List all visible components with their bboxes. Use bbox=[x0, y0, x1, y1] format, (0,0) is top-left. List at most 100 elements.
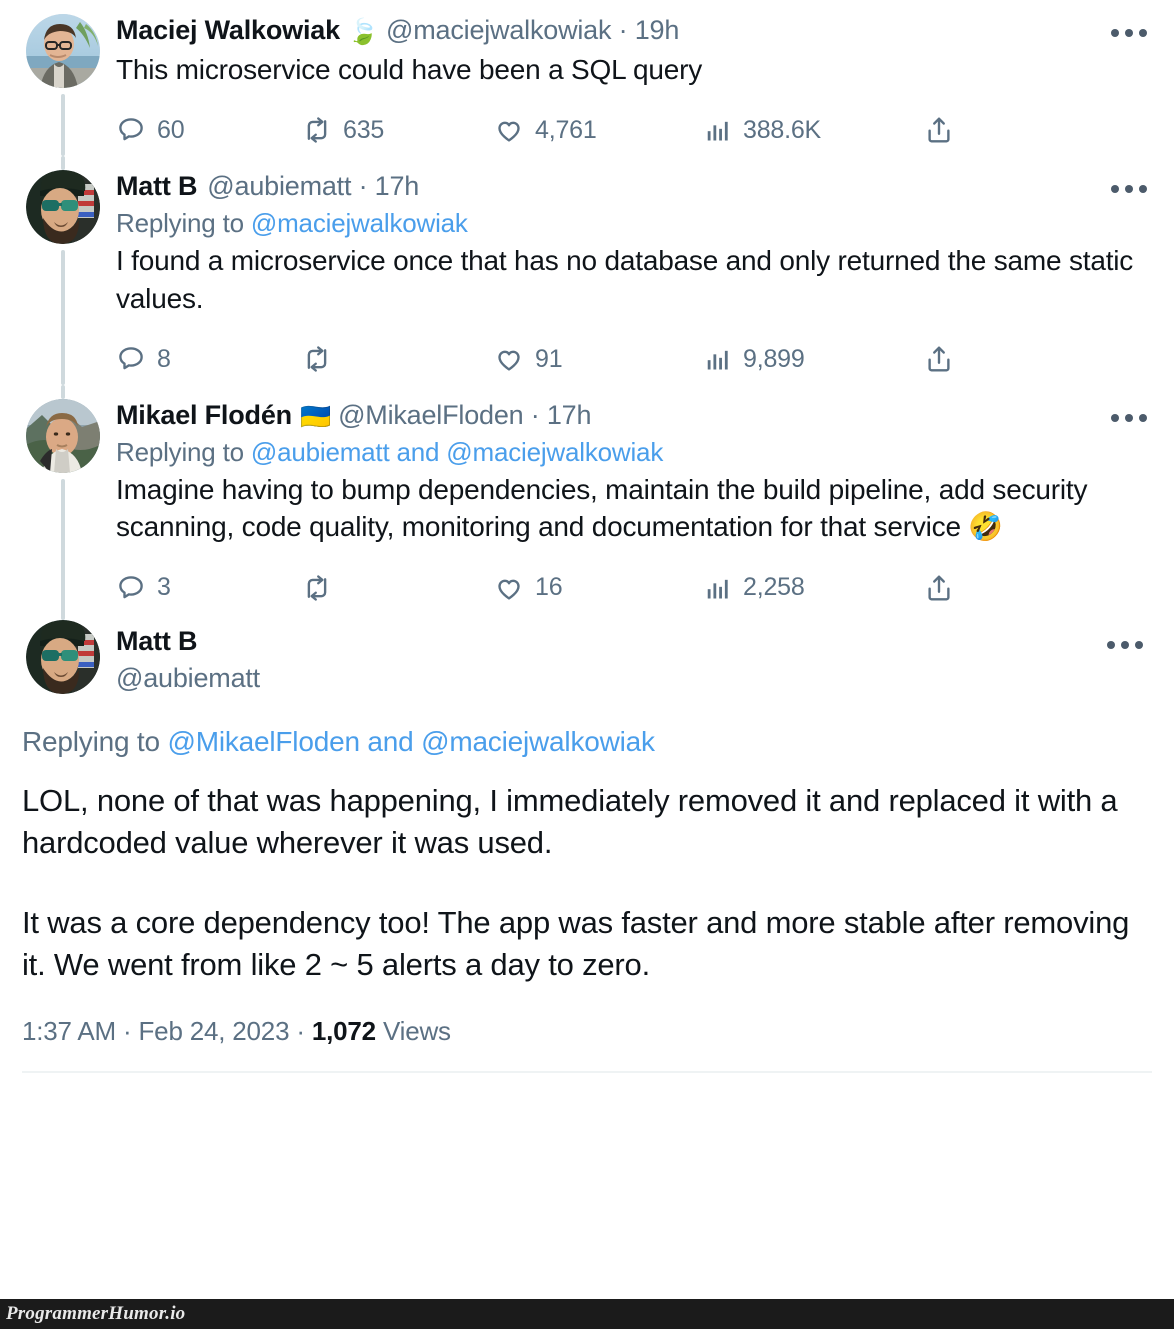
replying-to-label: Replying to bbox=[116, 436, 251, 467]
reply-count: 60 bbox=[157, 115, 185, 144]
thread-container: Maciej Walkowiak 🍃 @maciejwalkowiak · 19… bbox=[0, 0, 1174, 614]
tweet-body: Mikael Flodén 🇺🇦 @MikaelFloden · 17h Rep… bbox=[104, 399, 1156, 614]
avatar[interactable] bbox=[26, 399, 100, 474]
retweet-button[interactable] bbox=[302, 344, 494, 374]
main-tweet-paragraph-1: LOL, none of that was happening, I immed… bbox=[22, 782, 1118, 860]
like-button[interactable]: 4,761 bbox=[494, 115, 704, 145]
tweet-2[interactable]: Matt B @aubiematt · 17h Replying to @mac… bbox=[0, 156, 1174, 386]
reply-icon bbox=[119, 118, 143, 141]
replying-to-label: Replying to bbox=[116, 208, 251, 239]
more-options-icon[interactable] bbox=[1102, 18, 1156, 48]
share-button[interactable] bbox=[924, 573, 984, 603]
display-name[interactable]: Maciej Walkowiak bbox=[116, 14, 340, 48]
like-count: 16 bbox=[535, 573, 563, 602]
more-options-icon[interactable] bbox=[1102, 174, 1156, 204]
analytics-icon bbox=[707, 579, 728, 599]
thread-connector-line-top bbox=[61, 385, 65, 400]
like-button[interactable]: 16 bbox=[494, 573, 704, 603]
share-icon bbox=[928, 575, 950, 601]
views-count: 2,258 bbox=[743, 573, 805, 602]
tweet-thread-screenshot: Maciej Walkowiak 🍃 @maciejwalkowiak · 19… bbox=[0, 0, 1174, 1329]
more-options-icon[interactable] bbox=[1102, 403, 1156, 433]
avatar[interactable] bbox=[26, 170, 100, 245]
avatar-column bbox=[22, 156, 104, 386]
share-button[interactable] bbox=[924, 344, 984, 374]
more-options-icon[interactable] bbox=[1098, 630, 1152, 660]
tweet-1[interactable]: Maciej Walkowiak 🍃 @maciejwalkowiak · 19… bbox=[0, 0, 1174, 157]
analytics-icon bbox=[707, 122, 728, 141]
views-count: 388.6K bbox=[743, 115, 822, 144]
handle[interactable]: @aubiematt bbox=[116, 663, 260, 694]
views-button[interactable]: 9,899 bbox=[704, 345, 924, 374]
like-count: 91 bbox=[535, 344, 563, 373]
tweet-header: Mikael Flodén 🇺🇦 @MikaelFloden · 17h bbox=[116, 399, 1156, 433]
retweet-icon bbox=[307, 575, 327, 601]
thread-connector-line bbox=[61, 250, 65, 386]
avatar-column bbox=[22, 385, 104, 614]
thread-connector-line bbox=[61, 94, 65, 157]
main-tweet-text: LOL, none of that was happening, I immed… bbox=[22, 780, 1152, 987]
views-count: 1,072 bbox=[311, 1016, 376, 1047]
replying-to-line: Replying to @MikaelFloden and @maciejwal… bbox=[22, 726, 1152, 758]
analytics-icon bbox=[707, 350, 728, 370]
views-label: Views bbox=[375, 1016, 451, 1047]
display-name[interactable]: Mikael Flodén bbox=[116, 399, 292, 433]
avatar-image-matt bbox=[26, 170, 100, 245]
handle-and-timestamp[interactable]: @aubiematt · 17h bbox=[207, 170, 419, 204]
retweet-button[interactable]: 635 bbox=[302, 115, 494, 145]
watermark-bar: ProgrammerHumor.io bbox=[0, 1299, 1174, 1329]
tweet-header: Maciej Walkowiak 🍃 @maciejwalkowiak · 19… bbox=[116, 14, 1156, 48]
share-button[interactable] bbox=[924, 115, 984, 145]
tweet-body: Matt B @aubiematt · 17h Replying to @mac… bbox=[104, 170, 1156, 385]
tweet-metrics: 3 16 2,258 bbox=[116, 562, 1156, 614]
views-button[interactable]: 388.6K bbox=[704, 116, 924, 145]
retweet-icon bbox=[307, 117, 327, 143]
replying-to-line: Replying to @maciejwalkowiak bbox=[116, 208, 1156, 239]
divider bbox=[22, 1071, 1152, 1074]
tweet-timestamp-views: 1:37 AM · Feb 24, 2023 · 1,072 Views bbox=[22, 1016, 1152, 1047]
tweet-text: Imagine having to bump dependencies, mai… bbox=[116, 473, 1088, 543]
main-tweet[interactable]: Matt B @aubiematt Replying to @MikaelFlo… bbox=[0, 605, 1174, 1074]
tweet-body: Maciej Walkowiak 🍃 @maciejwalkowiak · 19… bbox=[104, 14, 1156, 156]
avatar-image-maciej bbox=[26, 14, 100, 88]
avatar[interactable] bbox=[26, 619, 100, 694]
main-tweet-header: Matt B @aubiematt bbox=[22, 605, 1152, 694]
avatar-image-mikael bbox=[26, 399, 100, 474]
tweet-3[interactable]: Mikael Flodén 🇺🇦 @MikaelFloden · 17h Rep… bbox=[0, 385, 1174, 614]
avatar-column bbox=[22, 605, 104, 694]
display-name[interactable]: Matt B bbox=[116, 626, 260, 657]
heart-icon bbox=[498, 579, 520, 600]
timestamp[interactable]: 1:37 AM · Feb 24, 2023 · bbox=[22, 1016, 312, 1046]
reply-button[interactable]: 60 bbox=[116, 115, 302, 145]
reply-button[interactable]: 8 bbox=[116, 344, 302, 374]
replying-to-mentions[interactable]: @maciejwalkowiak bbox=[251, 208, 468, 238]
tweet-metrics: 8 91 9,899 bbox=[116, 333, 1156, 385]
retweet-icon bbox=[307, 346, 327, 372]
thread-connector-line-top bbox=[61, 605, 65, 620]
replying-to-label: Replying to bbox=[22, 725, 168, 757]
avatar-column bbox=[22, 14, 104, 157]
reply-icon bbox=[119, 576, 143, 599]
like-button[interactable]: 91 bbox=[494, 344, 704, 374]
replying-to-mentions[interactable]: @MikaelFloden and @maciejwalkowiak bbox=[167, 726, 655, 757]
display-name[interactable]: Matt B bbox=[116, 170, 197, 204]
replying-to-mentions[interactable]: @aubiematt and @maciejwalkowiak bbox=[251, 437, 663, 467]
reply-count: 3 bbox=[157, 573, 171, 602]
tweet-metrics: 60 635 4,761 388.6K bbox=[116, 104, 1156, 156]
handle-and-timestamp[interactable]: @maciejwalkowiak · 19h bbox=[386, 14, 679, 48]
share-icon bbox=[928, 346, 950, 372]
views-button[interactable]: 2,258 bbox=[704, 573, 924, 602]
avatar-image-matt bbox=[26, 619, 100, 694]
thread-connector-line-top bbox=[61, 156, 65, 171]
retweet-button[interactable] bbox=[302, 573, 494, 603]
main-tweet-author: Matt B @aubiematt bbox=[104, 620, 260, 694]
handle-and-timestamp[interactable]: @MikaelFloden · 17h bbox=[338, 399, 591, 433]
replying-to-line: Replying to @aubiematt and @maciejwalkow… bbox=[116, 437, 1156, 468]
reply-count: 8 bbox=[157, 344, 171, 373]
tweet-header: Matt B @aubiematt · 17h bbox=[116, 170, 1156, 204]
reply-button[interactable]: 3 bbox=[116, 573, 302, 603]
avatar[interactable] bbox=[26, 14, 100, 88]
reply-icon bbox=[119, 347, 143, 370]
thread-connector-line bbox=[61, 479, 65, 614]
main-tweet-paragraph-2: It was a core dependency too! The app wa… bbox=[22, 905, 1130, 983]
